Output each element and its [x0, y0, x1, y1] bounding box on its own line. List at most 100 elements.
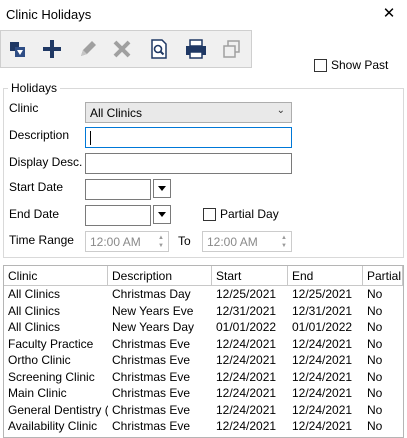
cell-clinic: Availability Clinic [8, 419, 98, 433]
table-body: All Clinics Christmas Day 12/25/2021 12/… [4, 286, 403, 435]
edit-button[interactable] [73, 35, 103, 63]
time-to-label: To [178, 234, 191, 248]
window-title: Clinic Holidays [6, 7, 92, 22]
cell-description: Christmas Eve [112, 386, 191, 400]
cell-partial: No [367, 320, 383, 334]
cell-partial: No [367, 402, 383, 417]
cell-start: 01/01/2022 [216, 320, 277, 334]
cell-end: 12/24/2021 [292, 336, 353, 351]
delete-button[interactable] [107, 35, 137, 63]
description-label: Description [9, 128, 70, 142]
column-header-partial[interactable]: Partial [363, 266, 403, 285]
spin-up-icon: ▲ [158, 234, 164, 241]
partial-day-checkbox[interactable]: Partial Day [203, 207, 279, 221]
cell-start: 12/24/2021 [216, 336, 277, 351]
copy-icon [223, 40, 240, 58]
show-past-box[interactable] [314, 58, 327, 72]
start-date-label: Start Date [9, 180, 64, 194]
cell-description: Christmas Day [112, 287, 191, 301]
table-row[interactable]: All Clinics Christmas Day 12/25/2021 12/… [4, 286, 403, 303]
add-button[interactable] [37, 35, 67, 63]
table-header: Clinic Description Start End Partial [4, 266, 403, 286]
holidays-group-legend: Holidays [8, 81, 61, 95]
cell-end: 12/31/2021 [292, 303, 353, 318]
table-row[interactable]: Screening Clinic Christmas Eve 12/24/202… [4, 369, 403, 386]
end-date-input[interactable] [85, 205, 151, 226]
cell-clinic: General Dentistry (... [8, 402, 108, 417]
delete-icon [113, 40, 131, 58]
display-desc-label: Display Desc. [9, 155, 83, 169]
cell-clinic: Main Clinic [8, 386, 67, 400]
cell-start: 12/24/2021 [216, 419, 277, 433]
partial-day-box[interactable] [203, 207, 216, 221]
cell-end: 12/24/2021 [292, 402, 353, 417]
cell-description: Christmas Eve [112, 336, 191, 351]
edit-icon [81, 41, 96, 56]
spin-down-icon: ▼ [158, 242, 164, 249]
cell-start: 12/24/2021 [216, 386, 277, 400]
triangle-down-icon [158, 212, 166, 217]
text-caret [90, 131, 91, 145]
preview-icon [151, 39, 167, 59]
print-button[interactable] [181, 35, 211, 63]
close-button[interactable]: ✕ [379, 4, 399, 24]
cell-partial: No [367, 353, 383, 367]
cell-clinic: Ortho Clinic [8, 353, 71, 367]
column-header-description[interactable]: Description [108, 266, 212, 285]
cell-start: 12/24/2021 [216, 353, 277, 367]
cell-partial: No [367, 303, 383, 318]
spin-down-icon: ▼ [281, 242, 287, 249]
clinic-label: Clinic [9, 101, 39, 115]
start-date-input[interactable] [85, 179, 151, 200]
table-row[interactable]: Main Clinic Christmas Eve 12/24/2021 12/… [4, 385, 403, 402]
cell-end: 12/24/2021 [292, 353, 353, 367]
cell-description: Christmas Eve [112, 402, 191, 417]
display-desc-input[interactable] [85, 153, 292, 174]
table-row[interactable]: All Clinics New Years Eve 12/31/2021 12/… [4, 303, 403, 320]
chevron-down-icon: ⌄ [276, 105, 285, 116]
column-header-clinic[interactable]: Clinic [4, 266, 108, 285]
show-past-checkbox[interactable]: Show Past [314, 58, 388, 72]
copy-button[interactable] [217, 35, 247, 63]
cell-description: New Years Eve [112, 303, 194, 318]
refresh-button[interactable] [3, 35, 33, 63]
end-date-dropdown-button[interactable] [153, 205, 171, 224]
description-input[interactable] [85, 127, 292, 148]
cell-end: 12/24/2021 [292, 369, 353, 384]
clinic-select[interactable]: All Clinics ⌄ [85, 102, 292, 123]
time-from-spinner[interactable]: ▲ ▼ [155, 231, 167, 252]
table-row[interactable]: Ortho Clinic Christmas Eve 12/24/2021 12… [4, 352, 403, 369]
show-past-label: Show Past [331, 58, 389, 72]
cell-clinic: All Clinics [8, 287, 61, 301]
table-row[interactable]: All Clinics New Years Day 01/01/2022 01/… [4, 319, 403, 336]
cell-partial: No [367, 369, 383, 384]
cell-description: New Years Day [112, 320, 195, 334]
cell-partial: No [367, 386, 383, 400]
cell-clinic: Faculty Practice [8, 336, 94, 351]
cell-end: 12/25/2021 [292, 287, 353, 301]
cell-clinic: All Clinics [8, 320, 61, 334]
end-date-label: End Date [9, 207, 60, 221]
table-row[interactable]: General Dentistry (... Christmas Eve 12/… [4, 402, 403, 419]
start-date-dropdown-button[interactable] [153, 179, 171, 198]
time-to-spinner[interactable]: ▲ ▼ [278, 231, 290, 252]
table-row[interactable]: Faculty Practice Christmas Eve 12/24/202… [4, 336, 403, 353]
cell-start: 12/25/2021 [216, 287, 277, 301]
cell-end: 01/01/2022 [292, 320, 353, 334]
column-header-start[interactable]: Start [212, 266, 288, 285]
cell-start: 12/31/2021 [216, 303, 277, 318]
table-row[interactable]: Availability Clinic Christmas Eve 12/24/… [4, 418, 403, 435]
refresh-icon [10, 42, 25, 57]
cell-start: 12/24/2021 [216, 369, 277, 384]
holidays-table: Clinic Description Start End Partial All… [3, 265, 404, 438]
time-range-label: Time Range [9, 233, 74, 247]
cell-description: Christmas Eve [112, 369, 191, 384]
print-icon [186, 39, 206, 59]
preview-button[interactable] [144, 35, 174, 63]
spin-up-icon: ▲ [281, 234, 287, 241]
column-header-end[interactable]: End [288, 266, 363, 285]
cell-clinic: All Clinics [8, 303, 61, 318]
cell-start: 12/24/2021 [216, 402, 277, 417]
cell-partial: No [367, 336, 383, 351]
title-bar: Clinic Holidays ✕ [0, 0, 407, 30]
